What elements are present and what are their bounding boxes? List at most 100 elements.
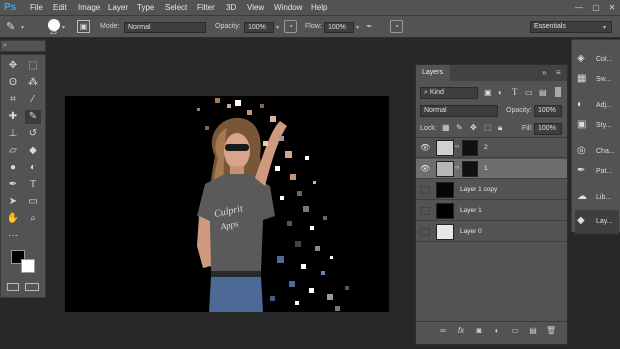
visibility-toggle[interactable]	[420, 207, 430, 215]
new-layer-icon[interactable]: ▤	[528, 326, 538, 336]
layers-panel-tab[interactable]: ◆ Lay...	[575, 210, 619, 234]
pen-tool-icon[interactable]: ✒	[5, 178, 21, 192]
layer-row-layer-1-copy[interactable]: Layer 1 copy	[416, 180, 567, 200]
visibility-toggle[interactable]	[420, 228, 430, 236]
quick-mask-icon[interactable]	[7, 283, 19, 291]
minimize-icon[interactable]: —	[573, 1, 585, 15]
zoom-tool-icon[interactable]: ⌕	[25, 212, 41, 226]
pressure-opacity-icon[interactable]: ◔	[284, 20, 297, 33]
more-tools-icon[interactable]: ···	[5, 229, 21, 243]
history-brush-tool-icon[interactable]: ↺	[25, 127, 41, 141]
layer-name[interactable]: Layer 0	[460, 228, 482, 235]
marquee-tool-icon[interactable]: ⬚	[25, 59, 41, 73]
group-folder-icon[interactable]: ▭	[510, 326, 520, 336]
layer-row-1[interactable]: 👁︎ ∞ 1	[416, 159, 567, 179]
swatches-panel-tab[interactable]: ▦ Sw...	[575, 68, 619, 92]
dodge-tool-icon[interactable]: ◐	[25, 161, 41, 175]
pressure-size-icon[interactable]: ◔	[390, 20, 403, 33]
blur-tool-icon[interactable]: ●	[5, 161, 21, 175]
shape-filter-icon[interactable]: ▭	[525, 88, 533, 97]
brush-panel-icon[interactable]: ▣	[77, 20, 90, 33]
visibility-eye-icon[interactable]: 👁︎	[420, 165, 430, 173]
menu-view[interactable]: View	[247, 0, 264, 16]
collapse-icon[interactable]: »	[3, 42, 7, 49]
menu-file[interactable]: File	[30, 0, 43, 16]
move-tool-icon[interactable]: ✥	[5, 59, 21, 73]
paths-panel-tab[interactable]: ✒ Pat...	[575, 160, 619, 184]
lock-all-icon[interactable]: 🔒︎	[498, 123, 502, 133]
layer-row-layer-0[interactable]: Layer 0	[416, 222, 567, 242]
lock-artboard-icon[interactable]: ⬚	[484, 123, 492, 132]
layer-row-2[interactable]: 👁︎ ∞ 2	[416, 138, 567, 158]
airbrush-icon[interactable]: ⌁	[366, 20, 379, 33]
menu-image[interactable]: Image	[78, 0, 100, 16]
crop-tool-icon[interactable]: ⌗	[5, 93, 21, 107]
trash-icon[interactable]: 🗑︎	[546, 326, 556, 336]
layer-name[interactable]: Layer 1	[460, 207, 482, 214]
background-color-swatch[interactable]	[21, 259, 35, 273]
fx-icon[interactable]: fx	[456, 326, 466, 336]
link-icon[interactable]: ∞	[455, 144, 459, 150]
type-filter-icon[interactable]: T	[512, 87, 518, 97]
chevron-down-icon[interactable]: ▾	[62, 24, 65, 31]
libraries-panel-tab[interactable]: ☁ Lib...	[575, 186, 619, 210]
chevron-down-icon[interactable]: ▾	[21, 24, 24, 31]
document-canvas[interactable]: Culprit Apps	[65, 96, 389, 312]
eyedropper-tool-icon[interactable]: ⁄	[25, 93, 41, 107]
mode-select[interactable]: Normal	[124, 22, 206, 33]
quick-select-tool-icon[interactable]: ⁂	[25, 76, 41, 90]
layer-name[interactable]: Layer 1 copy	[460, 186, 497, 193]
close-icon[interactable]: ✕	[606, 1, 618, 15]
layer-row-layer-1[interactable]: Layer 1	[416, 201, 567, 221]
menu-filter[interactable]: Filter	[197, 0, 215, 16]
lock-transparent-icon[interactable]: ▦	[442, 123, 450, 132]
link-icon[interactable]: ∞	[455, 165, 459, 171]
type-tool-icon[interactable]: T	[25, 178, 41, 192]
menu-edit[interactable]: Edit	[53, 0, 67, 16]
tab-layers[interactable]: Layers	[416, 65, 450, 81]
brush-tool-icon[interactable]: ✎	[25, 110, 41, 124]
layer-name[interactable]: 1	[484, 165, 488, 172]
menu-window[interactable]: Window	[274, 0, 302, 16]
lock-position-icon[interactable]: ✥	[470, 123, 477, 132]
layer-filter-select[interactable]: ⌕ Kind	[420, 87, 478, 99]
pixel-filter-icon[interactable]: ▣	[484, 88, 492, 97]
lasso-tool-icon[interactable]: ʘ	[5, 76, 21, 90]
screen-mode-icon[interactable]	[25, 283, 39, 291]
shape-tool-icon[interactable]: ▭	[25, 195, 41, 209]
menu-select[interactable]: Select	[165, 0, 187, 16]
clone-stamp-tool-icon[interactable]: ⊥	[5, 127, 21, 141]
filter-toggle[interactable]	[555, 87, 561, 97]
layer-fill-field[interactable]: 100%	[534, 123, 562, 135]
layer-opacity-field[interactable]: 100%	[534, 105, 562, 117]
visibility-toggle[interactable]	[420, 186, 430, 194]
add-mask-icon[interactable]: ◙	[474, 326, 484, 336]
flow-field[interactable]: 100%	[324, 22, 354, 33]
workspace-select[interactable]: Essentials	[530, 21, 612, 33]
chevron-down-icon[interactable]: ▾	[276, 24, 279, 31]
path-selection-tool-icon[interactable]: ➤	[5, 195, 21, 209]
chevron-down-icon[interactable]: ▾	[356, 24, 359, 31]
menu-type[interactable]: Type	[137, 0, 154, 16]
lock-pixels-icon[interactable]: ✎	[456, 123, 463, 132]
menu-3d[interactable]: 3D	[226, 0, 236, 16]
layer-name[interactable]: 2	[484, 144, 488, 151]
panel-menu-icon[interactable]: ≡	[556, 68, 561, 77]
maximize-icon[interactable]: ▢	[590, 1, 602, 15]
link-layers-icon[interactable]: ∞	[438, 326, 448, 336]
styles-panel-tab[interactable]: ▣ Sty...	[575, 114, 619, 138]
smart-object-filter-icon[interactable]: ▤	[539, 88, 547, 97]
toolbar-header[interactable]: »	[0, 40, 46, 52]
opacity-field[interactable]: 100%	[244, 22, 274, 33]
blend-mode-select[interactable]: Normal	[420, 105, 498, 117]
menu-layer[interactable]: Layer	[108, 0, 128, 16]
visibility-eye-icon[interactable]: 👁︎	[420, 144, 430, 152]
collapse-icon[interactable]: »	[542, 68, 546, 77]
menu-help[interactable]: Help	[311, 0, 327, 16]
eraser-tool-icon[interactable]: ▱	[5, 144, 21, 158]
hand-tool-icon[interactable]: ✋	[5, 212, 21, 226]
adjustment-filter-icon[interactable]: ◐	[498, 88, 503, 97]
brush-tool-preset-icon[interactable]: ✎	[6, 20, 20, 34]
healing-tool-icon[interactable]: ✚	[5, 110, 21, 124]
paint-bucket-tool-icon[interactable]: ◆	[25, 144, 41, 158]
